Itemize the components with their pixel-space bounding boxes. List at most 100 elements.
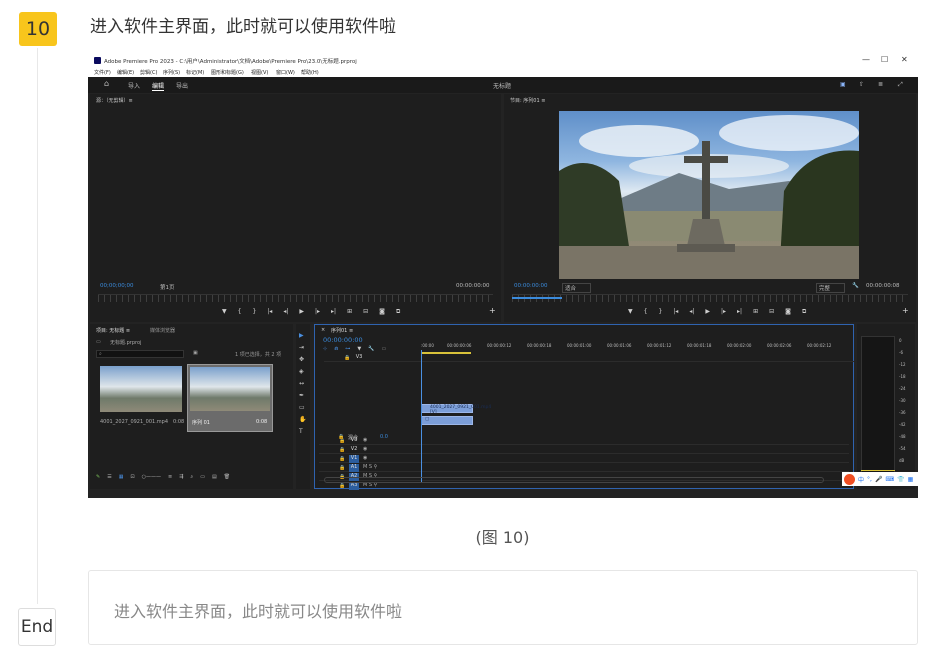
go-to-in-icon[interactable]: |◂ <box>267 308 272 316</box>
menu-sequence[interactable]: 序列(S) <box>163 69 180 76</box>
mark-out-icon[interactable]: } <box>252 308 256 316</box>
menu-window[interactable]: 窗口(W) <box>276 69 295 76</box>
fullscreen-icon[interactable]: ⤢ <box>898 81 903 89</box>
freeform-view-icon[interactable]: ⊡ <box>130 474 134 480</box>
icon-view-icon[interactable]: ▦ <box>119 474 124 480</box>
pencil-icon[interactable]: ✎ <box>96 474 100 480</box>
source-time-ruler[interactable] <box>98 294 493 302</box>
close-tab-icon[interactable]: × <box>321 327 325 333</box>
slip-tool-icon[interactable]: ↔ <box>299 380 304 387</box>
track-row-a3[interactable]: 🔒 A3 M S ⚲ <box>319 482 849 490</box>
mark-out-icon[interactable]: } <box>658 308 662 316</box>
mark-in-icon[interactable]: { <box>238 308 242 316</box>
mix-value[interactable]: 0.0 <box>380 434 388 440</box>
lock-icon[interactable]: 🔒 <box>339 447 345 453</box>
linked-selection-icon[interactable]: ⊶ <box>345 346 350 352</box>
menu-clip[interactable]: 剪辑(C) <box>140 69 157 76</box>
program-timecode[interactable]: 00:00:00:00 <box>514 283 548 289</box>
track-row-v2[interactable]: 🔒 V2 ◉ <box>319 446 849 454</box>
eye-icon[interactable]: ◉ <box>363 455 367 461</box>
go-to-in-icon[interactable]: |◂ <box>673 308 678 316</box>
toolbox-icon[interactable]: ▦ <box>908 476 914 483</box>
track-row-v1[interactable]: 🔒 V1 ◉ <box>319 455 849 463</box>
go-to-out-icon[interactable]: ▸| <box>331 308 336 316</box>
razor-tool-icon[interactable]: ◈ <box>299 368 304 375</box>
lock-icon[interactable]: 🔒 <box>344 355 350 361</box>
insert-icon[interactable]: ⊞ <box>347 308 352 316</box>
ripple-edit-tool-icon[interactable]: ✥ <box>299 356 304 363</box>
project-item-clip[interactable]: 4001_2027_0921_001.mp4 <box>100 366 182 425</box>
tab-edit[interactable]: 编辑 <box>152 81 165 91</box>
menu-help[interactable]: 帮助(H) <box>301 69 319 76</box>
home-icon[interactable]: ⌂ <box>104 79 109 88</box>
compare-icon[interactable]: ⧉ <box>396 308 400 316</box>
menu-view[interactable]: 视图(V) <box>251 69 268 76</box>
lock-icon[interactable]: 🔒 <box>338 434 344 440</box>
add-button-icon[interactable]: + <box>489 306 496 315</box>
menu-file[interactable]: 文件(F) <box>94 69 111 76</box>
wrench-icon[interactable]: 🔧 <box>852 283 859 289</box>
add-button-icon[interactable]: + <box>902 306 909 315</box>
marker-icon[interactable]: ▼ <box>222 308 227 316</box>
program-time-ruler[interactable] <box>512 294 908 302</box>
timeline-timecode[interactable]: 00:00:00:00 <box>323 336 363 344</box>
menu-graphics[interactable]: 图形和标题(G) <box>211 69 244 76</box>
find-icon[interactable]: ⌕ <box>190 474 193 480</box>
tab-import[interactable]: 导入 <box>128 81 140 90</box>
camera-icon[interactable]: ◙ <box>785 308 791 316</box>
audio-clip[interactable]: ▢ <box>421 416 473 425</box>
new-item-icon[interactable]: ▤ <box>212 474 217 480</box>
add-marker-icon[interactable]: ▼ <box>357 346 361 352</box>
step-forward-icon[interactable]: |▸ <box>315 308 320 316</box>
tab-export[interactable]: 导出 <box>176 81 188 90</box>
play-icon[interactable]: ▶ <box>299 308 304 316</box>
extract-icon[interactable]: ⊟ <box>769 308 774 316</box>
share-icon[interactable]: ⇧ <box>859 81 864 88</box>
notifications-icon[interactable]: ≣ <box>878 81 883 88</box>
menu-edit[interactable]: 编辑(E) <box>117 69 134 76</box>
pen-tool-icon[interactable]: ✒ <box>299 392 304 399</box>
go-to-out-icon[interactable]: ▸| <box>737 308 742 316</box>
workspaces-icon[interactable]: ▣ <box>840 81 846 88</box>
new-bin-icon[interactable]: ▭ <box>200 474 205 480</box>
minimize-icon[interactable]: — <box>862 55 870 64</box>
timeline-tab[interactable]: 序列01 ≡ <box>331 327 353 334</box>
source-page[interactable]: 第1页 <box>160 283 175 291</box>
track-row-v3[interactable]: 🔒 V3 <box>324 354 854 362</box>
play-icon[interactable]: ▶ <box>705 308 710 316</box>
compare-icon[interactable]: ⧉ <box>802 308 806 316</box>
ime-toolbar[interactable]: 中 °, 🎤 ⌨ 👕 ▦ <box>842 472 918 486</box>
skin-icon[interactable]: 👕 <box>897 476 904 483</box>
punctuation-icon[interactable]: °, <box>867 476 872 483</box>
type-tool-icon[interactable]: T <box>299 428 303 435</box>
zoom-slider[interactable]: ○——— <box>142 474 161 480</box>
ime-mode-label[interactable]: 中 <box>858 475 864 484</box>
mic-icon[interactable]: M S ⚲ <box>363 464 377 470</box>
eye-icon[interactable]: ◉ <box>363 446 367 452</box>
mic-icon[interactable]: 🎤 <box>875 476 882 483</box>
overwrite-icon[interactable]: ⊟ <box>363 308 368 316</box>
trash-icon[interactable]: 🗑 <box>224 474 230 480</box>
fit-select[interactable]: 适合 <box>562 283 592 293</box>
menu-markers[interactable]: 标记(M) <box>186 69 204 76</box>
step-back-icon[interactable]: ◂| <box>283 308 288 316</box>
source-timecode[interactable]: 00;00;00;00 <box>100 283 134 289</box>
automate-icon[interactable]: ⇶ <box>179 474 183 480</box>
mark-in-icon[interactable]: { <box>644 308 648 316</box>
playback-quality-select[interactable]: 完整 <box>816 283 846 293</box>
track-row-a1[interactable]: 🔒 A1 M S ⚲ <box>319 464 849 472</box>
marker-icon[interactable]: ▼ <box>628 308 633 316</box>
bin-icon[interactable]: ▣ <box>193 350 198 356</box>
program-video-frame[interactable] <box>559 111 859 279</box>
selection-tool-icon[interactable]: ▶ <box>299 332 304 339</box>
project-item-sequence[interactable]: 序列 01 0:08 <box>187 364 273 432</box>
captions-icon[interactable]: ▭ <box>382 346 387 352</box>
track-select-tool-icon[interactable]: ⇥ <box>299 344 304 351</box>
video-clip[interactable]: 4001_2027_0921_001.mp4 [V] <box>421 404 491 415</box>
rectangle-tool-icon[interactable]: ▭ <box>299 404 305 411</box>
project-search-input[interactable]: ⌕ <box>96 350 184 358</box>
list-view-icon[interactable]: ☰ <box>107 474 111 480</box>
sort-icon[interactable]: ≡ <box>168 474 172 480</box>
nest-icon[interactable]: ⊹ <box>323 346 327 352</box>
lock-icon[interactable]: 🔒 <box>339 465 345 471</box>
